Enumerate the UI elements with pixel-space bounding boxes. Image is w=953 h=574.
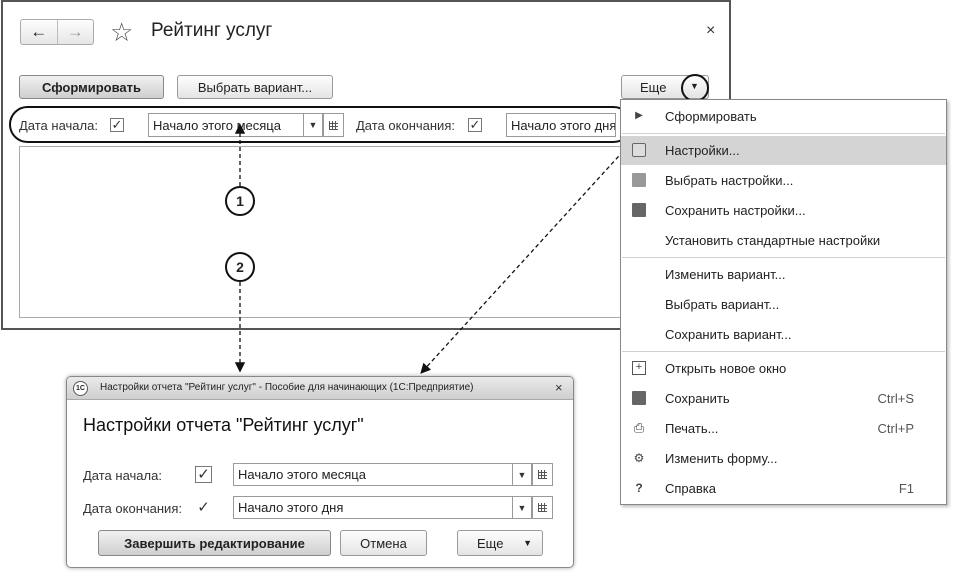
form-gear-icon: ⚙: [633, 451, 645, 465]
menu-item-choose-settings[interactable]: Выбрать настройки...: [621, 166, 946, 195]
menu-shortcut: Ctrl+S: [877, 391, 914, 406]
menu-item-label: Сохранить вариант...: [665, 327, 792, 342]
disk-gear-icon: [632, 203, 646, 217]
dialog-caption: Настройки отчета "Рейтинг услуг" - Пособ…: [100, 382, 474, 393]
dialog-start-date-checkbox[interactable]: ✓: [195, 466, 212, 483]
settings-dialog: 1С Настройки отчета "Рейтинг услуг" - По…: [66, 376, 574, 568]
dialog-dropdown-arrow-icon[interactable]: ▼: [512, 463, 532, 486]
callout-number-2: 2: [225, 252, 255, 282]
menu-item-generate[interactable]: ▶ Сформировать: [621, 102, 946, 131]
menu-item-label: Сформировать: [665, 109, 757, 124]
menu-item-label: Изменить форму...: [665, 451, 778, 466]
dialog-end-date-label: Дата окончания:: [83, 501, 182, 516]
menu-item-label: Изменить вариант...: [665, 267, 786, 282]
dialog-start-date-label: Дата начала:: [83, 468, 162, 483]
menu-item-change-form[interactable]: ⚙ Изменить форму...: [621, 444, 946, 473]
menu-item-choose-variant[interactable]: Выбрать вариант...: [621, 290, 946, 319]
dialog-calendar-icon[interactable]: [532, 463, 553, 486]
menu-item-label: Выбрать вариант...: [665, 297, 780, 312]
printer-icon: ⎙: [633, 420, 645, 435]
finish-editing-button[interactable]: Завершить редактирование: [98, 530, 331, 556]
dialog-more-button[interactable]: Еще ▼: [457, 530, 543, 556]
menu-shortcut: Ctrl+P: [877, 421, 914, 436]
menu-separator: [622, 257, 945, 258]
menu-item-label: Справка: [665, 481, 716, 496]
menu-item-label: Открыть новое окно: [665, 361, 787, 376]
help-icon: ?: [635, 481, 643, 495]
dialog-calendar-icon[interactable]: [532, 496, 553, 519]
cancel-button[interactable]: Отмена: [340, 530, 427, 556]
menu-item-save[interactable]: Сохранить Ctrl+S: [621, 384, 946, 413]
menu-item-label: Печать...: [665, 421, 719, 436]
menu-shortcut: F1: [898, 481, 914, 496]
menu-item-label: Сохранить: [665, 391, 730, 406]
menu-item-save-settings[interactable]: Сохранить настройки...: [621, 196, 946, 225]
dialog-more-label: Еще: [477, 535, 504, 551]
dialog-start-date-field[interactable]: Начало этого месяца: [233, 463, 513, 486]
menu-item-settings[interactable]: Настройки...: [621, 136, 946, 165]
menu-item-standard-settings[interactable]: Установить стандартные настройки: [621, 226, 946, 255]
menu-item-save-variant[interactable]: Сохранить вариант...: [621, 320, 946, 349]
dialog-dropdown-arrow-icon[interactable]: ▼: [512, 496, 532, 519]
chevron-down-icon: ▼: [523, 538, 532, 548]
menu-item-print[interactable]: ⎙ Печать... Ctrl+P: [621, 414, 946, 443]
dialog-close-icon[interactable]: ×: [555, 380, 563, 395]
new-window-icon: +: [632, 361, 646, 375]
menu-separator: [622, 133, 945, 134]
folder-gear-icon: [632, 173, 646, 187]
menu-item-label: Установить стандартные настройки: [665, 233, 881, 248]
more-menu: ▶ Сформировать Настройки... Выбрать наст…: [620, 99, 947, 505]
dialog-title: Настройки отчета "Рейтинг услуг": [83, 415, 364, 435]
menu-item-new-window[interactable]: + Открыть новое окно: [621, 354, 946, 383]
dialog-end-date-checkbox[interactable]: ✓: [195, 499, 212, 516]
menu-item-help[interactable]: ? Справка F1: [621, 474, 946, 503]
play-icon: ▶: [635, 110, 643, 121]
menu-item-label: Настройки...: [665, 143, 740, 158]
save-disk-icon: [632, 391, 646, 405]
callout-number-1: 1: [225, 186, 255, 216]
menu-separator: [622, 351, 945, 352]
menu-item-label: Выбрать настройки...: [665, 173, 794, 188]
menu-item-edit-variant[interactable]: Изменить вариант...: [621, 260, 946, 289]
1c-logo-icon: 1С: [73, 381, 88, 396]
menu-item-label: Сохранить настройки...: [665, 203, 806, 218]
dialog-end-date-field[interactable]: Начало этого дня: [233, 496, 513, 519]
settings-table-gear-icon: [632, 143, 646, 157]
